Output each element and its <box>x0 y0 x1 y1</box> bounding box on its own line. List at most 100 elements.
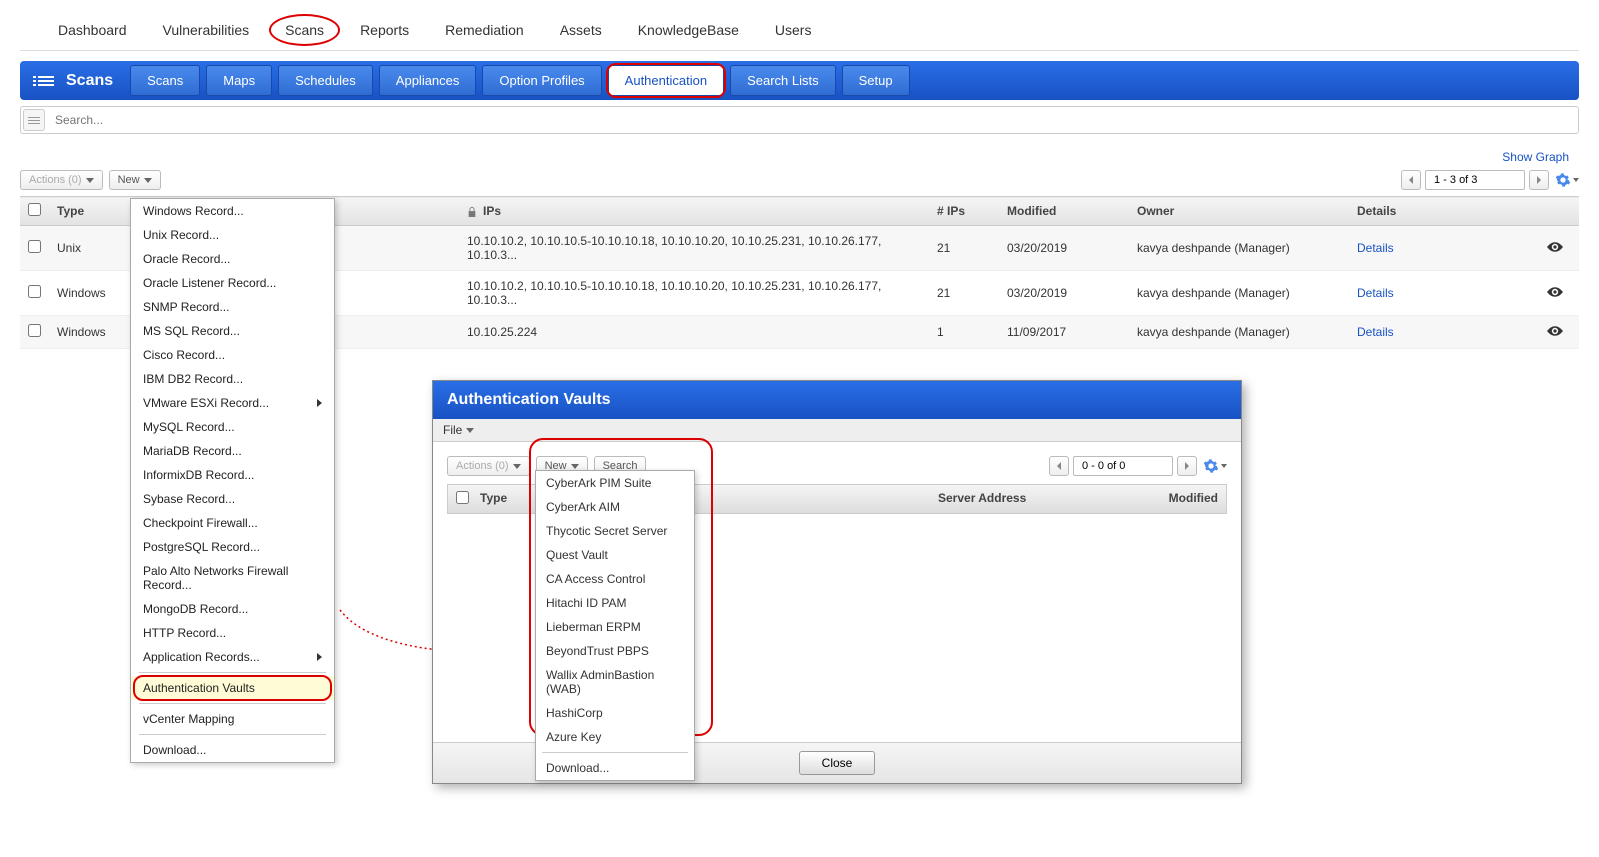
dialog-pager-range-input[interactable] <box>1073 456 1173 476</box>
col-details: Details <box>1349 197 1539 226</box>
tab-schedules[interactable]: Schedules <box>278 65 373 96</box>
col-count: # IPs <box>929 197 999 226</box>
vault-menu-item-thycotic-secret-server[interactable]: Thycotic Secret Server <box>536 519 694 543</box>
topnav-item-remediation[interactable]: Remediation <box>427 10 542 50</box>
tab-authentication[interactable]: Authentication <box>608 65 724 96</box>
pager-prev-button[interactable] <box>1401 170 1421 190</box>
menu-item-vmware-esxi-record[interactable]: VMware ESXi Record... <box>131 391 334 415</box>
actions-button[interactable]: Actions (0) <box>20 170 103 190</box>
menu-item-mongodb-record[interactable]: MongoDB Record... <box>131 597 334 621</box>
tab-appliances[interactable]: Appliances <box>379 65 477 96</box>
vault-menu-item-beyondtrust-pbps[interactable]: BeyondTrust PBPS <box>536 639 694 663</box>
dialog-col-modified: Modified <box>1138 491 1218 507</box>
menu-item-download[interactable]: Download... <box>131 738 334 762</box>
top-navigation: DashboardVulnerabilitiesScansReportsReme… <box>20 10 1579 51</box>
eye-icon[interactable] <box>1547 242 1563 252</box>
eye-icon[interactable] <box>1547 326 1563 336</box>
menu-item-ibm-db2-record[interactable]: IBM DB2 Record... <box>131 367 334 391</box>
row-checkbox[interactable] <box>28 285 41 298</box>
menu-item-snmp-record[interactable]: SNMP Record... <box>131 295 334 319</box>
tab-setup[interactable]: Setup <box>842 65 910 96</box>
topnav-item-scans[interactable]: Scans <box>267 10 342 50</box>
dialog-file-menu[interactable]: File <box>443 423 474 437</box>
menu-item-informixdb-record[interactable]: InformixDB Record... <box>131 463 334 487</box>
tab-option-profiles[interactable]: Option Profiles <box>482 65 601 96</box>
menu-item-ms-sql-record[interactable]: MS SQL Record... <box>131 319 334 343</box>
menu-item-cisco-record[interactable]: Cisco Record... <box>131 343 334 367</box>
dialog-close-button[interactable]: Close <box>799 751 876 775</box>
settings-gear-button[interactable] <box>1555 172 1579 188</box>
vault-menu-item-wallix-adminbastion-wab[interactable]: Wallix AdminBastion (WAB) <box>536 663 694 701</box>
new-button[interactable]: New <box>109 170 161 190</box>
table-toolbar: Actions (0) New <box>20 170 1579 190</box>
menu-item-oracle-record[interactable]: Oracle Record... <box>131 247 334 271</box>
tab-scans[interactable]: Scans <box>130 65 200 96</box>
dialog-pager-prev-button[interactable] <box>1049 456 1069 476</box>
details-link[interactable]: Details <box>1357 286 1394 300</box>
vault-menu-item-hitachi-id-pam[interactable]: Hitachi ID PAM <box>536 591 694 615</box>
vault-menu-item-lieberman-erpm[interactable]: Lieberman ERPM <box>536 615 694 639</box>
vault-menu-item-quest-vault[interactable]: Quest Vault <box>536 543 694 567</box>
menu-item-windows-record[interactable]: Windows Record... <box>131 199 334 223</box>
tab-maps[interactable]: Maps <box>206 65 272 96</box>
row-checkbox[interactable] <box>28 324 41 337</box>
section-label: Scans <box>24 66 127 96</box>
menu-item-application-records[interactable]: Application Records... <box>131 645 334 669</box>
pager-next-button[interactable] <box>1529 170 1549 190</box>
dialog-vault-dropdown: CyberArk PIM SuiteCyberArk AIMThycotic S… <box>535 470 695 781</box>
vault-menu-item-download[interactable]: Download... <box>536 756 694 780</box>
dialog-select-all-checkbox[interactable] <box>456 491 469 504</box>
topnav-item-knowledgebase[interactable]: KnowledgeBase <box>620 10 757 50</box>
tab-search-lists[interactable]: Search Lists <box>730 65 836 96</box>
cell-ips: 10.10.10.2, 10.10.10.5-10.10.10.18, 10.1… <box>459 226 929 271</box>
menu-item-mysql-record[interactable]: MySQL Record... <box>131 415 334 439</box>
new-dropdown-menu: Windows Record...Unix Record...Oracle Re… <box>130 198 335 763</box>
vault-menu-item-cyberark-aim[interactable]: CyberArk AIM <box>536 495 694 519</box>
cell-count: 21 <box>929 271 999 316</box>
menu-item-oracle-listener-record[interactable]: Oracle Listener Record... <box>131 271 334 295</box>
topnav-item-assets[interactable]: Assets <box>542 10 620 50</box>
vault-menu-item-azure-key[interactable]: Azure Key <box>536 725 694 749</box>
search-input[interactable] <box>51 109 1576 131</box>
vault-menu-item-ca-access-control[interactable]: CA Access Control <box>536 567 694 591</box>
cell-modified: 11/09/2017 <box>999 316 1129 349</box>
menu-item-authentication-vaults[interactable]: Authentication Vaults <box>131 676 334 700</box>
cell-ips: 10.10.25.224 <box>459 316 929 349</box>
vault-menu-item-hashicorp[interactable]: HashiCorp <box>536 701 694 725</box>
cell-count: 1 <box>929 316 999 349</box>
cell-ips: 10.10.10.2, 10.10.10.5-10.10.10.18, 10.1… <box>459 271 929 316</box>
topnav-item-dashboard[interactable]: Dashboard <box>40 10 145 50</box>
cell-modified: 03/20/2019 <box>999 226 1129 271</box>
menu-item-postgresql-record[interactable]: PostgreSQL Record... <box>131 535 334 559</box>
search-lines-icon[interactable] <box>23 109 45 131</box>
select-all-checkbox[interactable] <box>28 203 41 216</box>
dialog-actions-button[interactable]: Actions (0) <box>447 456 530 476</box>
pager <box>1401 170 1549 190</box>
menu-item-unix-record[interactable]: Unix Record... <box>131 223 334 247</box>
dialog-settings-gear-button[interactable] <box>1203 458 1227 474</box>
menu-item-palo-alto-networks-firewall-record[interactable]: Palo Alto Networks Firewall Record... <box>131 559 334 597</box>
pager-range-input[interactable] <box>1425 170 1525 190</box>
cell-owner: kavya deshpande (Manager) <box>1129 316 1349 349</box>
menu-item-sybase-record[interactable]: Sybase Record... <box>131 487 334 511</box>
row-checkbox[interactable] <box>28 240 41 253</box>
col-ips: IPs <box>459 197 929 226</box>
dialog-col-server-address: Server Address <box>938 491 1138 507</box>
topnav-item-users[interactable]: Users <box>757 10 830 50</box>
menu-item-mariadb-record[interactable]: MariaDB Record... <box>131 439 334 463</box>
dialog-pager-next-button[interactable] <box>1177 456 1197 476</box>
details-link[interactable]: Details <box>1357 325 1394 339</box>
search-bar <box>20 106 1579 134</box>
menu-item-http-record[interactable]: HTTP Record... <box>131 621 334 645</box>
vault-menu-item-cyberark-pim-suite[interactable]: CyberArk PIM Suite <box>536 471 694 495</box>
topnav-item-reports[interactable]: Reports <box>342 10 427 50</box>
details-link[interactable]: Details <box>1357 241 1394 255</box>
dialog-menubar: File <box>433 419 1241 442</box>
show-graph-link[interactable]: Show Graph <box>1502 150 1569 164</box>
eye-icon[interactable] <box>1547 287 1563 297</box>
menu-item-vcenter-mapping[interactable]: vCenter Mapping <box>131 707 334 731</box>
lock-icon <box>467 206 477 218</box>
menu-item-checkpoint-firewall[interactable]: Checkpoint Firewall... <box>131 511 334 535</box>
dialog-title: Authentication Vaults <box>433 381 1241 419</box>
topnav-item-vulnerabilities[interactable]: Vulnerabilities <box>145 10 268 50</box>
